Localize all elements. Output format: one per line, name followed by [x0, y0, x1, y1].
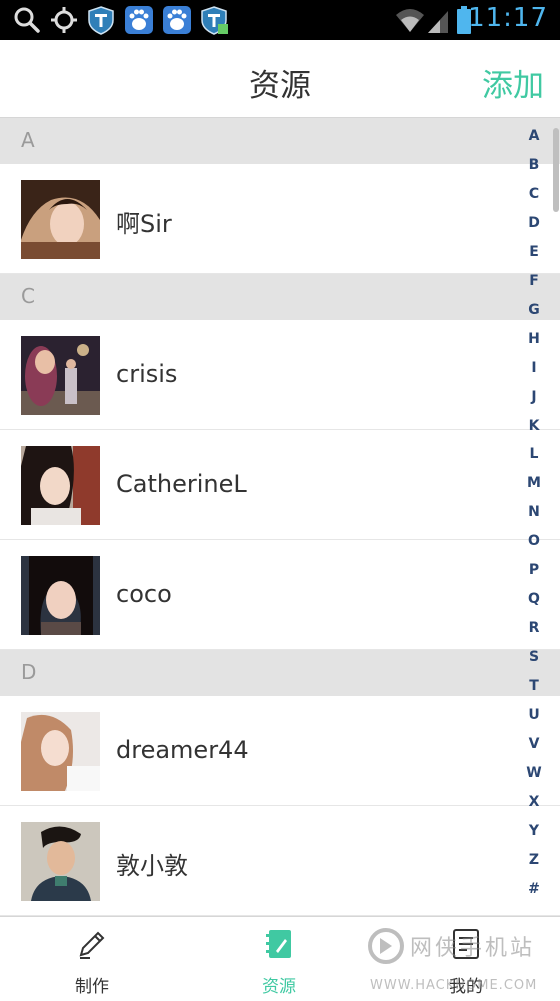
baidu-icon — [125, 6, 153, 34]
index-letter[interactable]: G — [520, 302, 548, 318]
avatar — [21, 336, 100, 415]
notebook-icon — [266, 930, 291, 958]
index-letter[interactable]: J — [520, 389, 548, 405]
list-item[interactable]: 敦小敦 — [0, 806, 560, 916]
index-letter[interactable]: H — [520, 331, 548, 347]
index-letter[interactable]: V — [520, 736, 548, 752]
contact-name: dreamer44 — [116, 736, 249, 764]
section-letter: A — [21, 128, 35, 152]
index-letter[interactable]: P — [520, 562, 548, 578]
nav-label: 制作 — [75, 977, 109, 997]
index-letter[interactable]: Y — [520, 823, 548, 839]
list-item[interactable]: dreamer44 — [0, 696, 560, 806]
contact-list[interactable]: A 啊Sir C crisis CatherineL coco D dreame… — [0, 118, 560, 916]
top-bar: 资源 添加 — [0, 40, 560, 118]
section-letter: C — [21, 284, 35, 308]
shield-icon — [88, 6, 114, 35]
index-letter[interactable]: S — [520, 649, 548, 665]
signal-icon — [428, 11, 448, 33]
contact-name: CatherineL — [116, 470, 247, 498]
list-item[interactable]: coco — [0, 540, 560, 650]
avatar — [21, 712, 100, 791]
nav-item-resources[interactable]: 资源 — [209, 917, 349, 1001]
watermark-url: WWW.HACKHOME.COM — [370, 978, 538, 993]
index-letter[interactable]: L — [520, 446, 548, 462]
shield-icon — [201, 6, 228, 35]
avatar — [21, 180, 100, 259]
index-letter[interactable]: O — [520, 533, 548, 549]
index-letter[interactable]: D — [520, 215, 548, 231]
index-letter[interactable]: K — [520, 418, 548, 434]
pencil-icon — [79, 931, 105, 959]
index-letter[interactable]: E — [520, 244, 548, 260]
index-letter[interactable]: M — [520, 475, 548, 491]
index-letter[interactable]: N — [520, 504, 548, 520]
contact-name: crisis — [116, 360, 178, 388]
watermark: 网侠手机站 WWW.HACKHOME.COM — [362, 922, 560, 1000]
index-letter[interactable]: Z — [520, 852, 548, 868]
contact-name: coco — [116, 580, 172, 608]
page-title: 资源 — [249, 68, 311, 104]
section-header-c: C — [0, 274, 560, 320]
watermark-logo-icon — [368, 928, 404, 964]
nav-label: 资源 — [262, 977, 296, 997]
index-letter[interactable]: A — [520, 128, 548, 144]
index-letter[interactable]: C — [520, 186, 548, 202]
index-letter[interactable]: F — [520, 273, 548, 289]
index-letter[interactable]: T — [520, 678, 548, 694]
wifi-icon — [396, 9, 424, 32]
list-item[interactable]: crisis — [0, 320, 560, 430]
nav-item-make[interactable]: 制作 — [22, 917, 162, 1001]
alphabet-index[interactable]: A B C D E F G H I J K L M N O P Q R S T U V W X Y Z # — [520, 128, 560, 908]
avatar — [21, 446, 100, 525]
contact-name: 啊Sir — [116, 210, 172, 238]
index-letter[interactable]: R — [520, 620, 548, 636]
index-letter[interactable]: B — [520, 157, 548, 173]
list-item[interactable]: CatherineL — [0, 430, 560, 540]
index-letter[interactable]: # — [520, 881, 548, 897]
location-icon — [51, 7, 77, 33]
section-header-a: A — [0, 118, 560, 164]
baidu-icon — [163, 6, 191, 34]
watermark-text: 网侠手机站 — [410, 936, 536, 961]
section-header-d: D — [0, 650, 560, 696]
contact-name: 敦小敦 — [116, 852, 188, 880]
index-letter[interactable]: I — [520, 360, 548, 376]
index-letter[interactable]: U — [520, 707, 548, 723]
search-icon — [14, 7, 40, 33]
index-letter[interactable]: X — [520, 794, 548, 810]
avatar — [21, 556, 100, 635]
section-letter: D — [21, 660, 37, 684]
list-item[interactable]: 啊Sir — [0, 164, 560, 274]
status-bar: 11:17 — [0, 0, 560, 40]
status-time: 11:17 — [468, 3, 548, 33]
avatar — [21, 822, 100, 901]
index-letter[interactable]: Q — [520, 591, 548, 607]
index-letter[interactable]: W — [520, 765, 548, 781]
scrollbar-thumb[interactable] — [553, 128, 559, 212]
add-button[interactable]: 添加 — [482, 60, 544, 105]
